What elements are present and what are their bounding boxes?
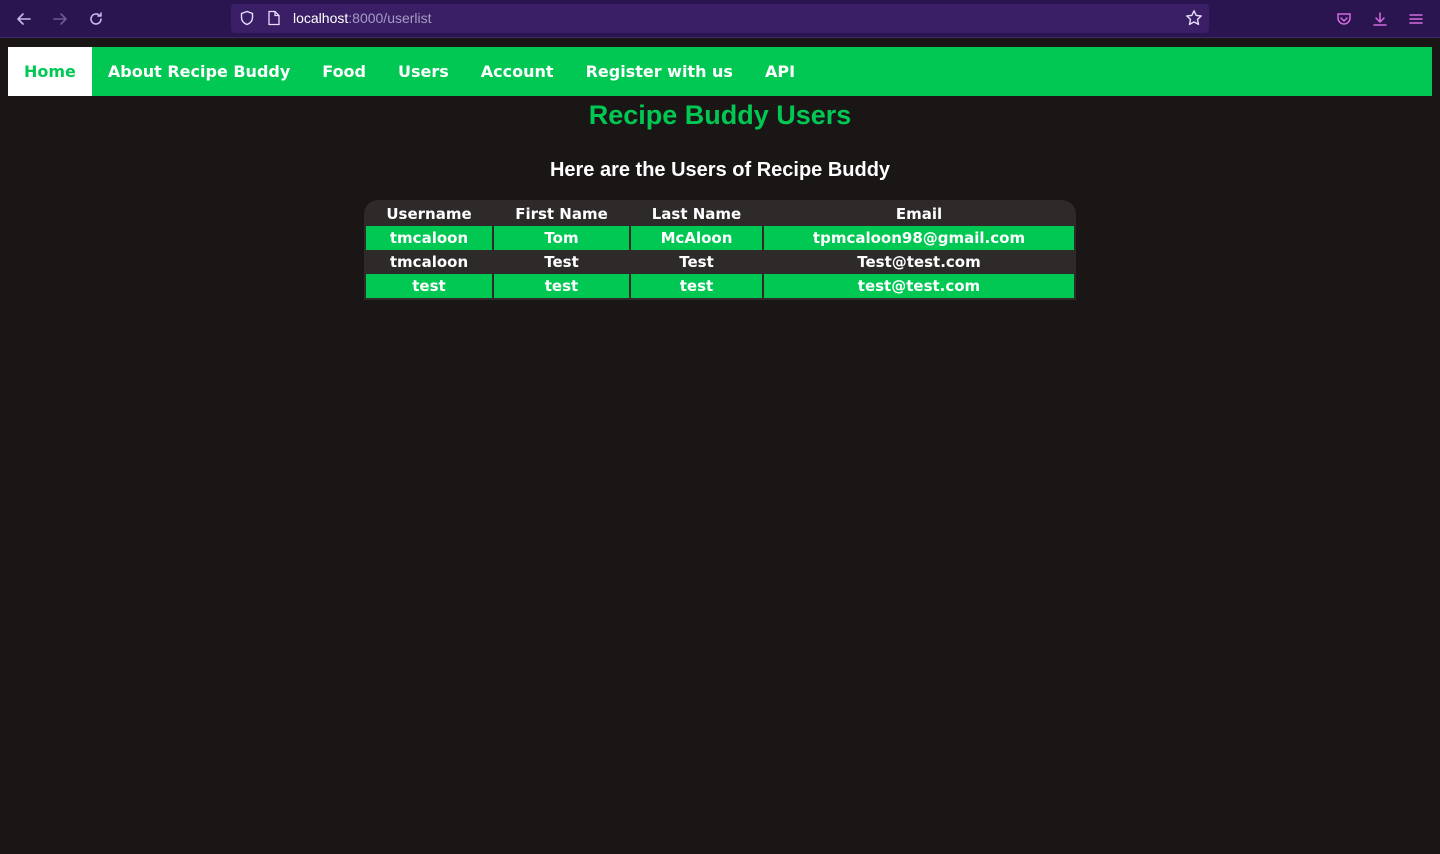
menu-icon[interactable] <box>1405 8 1427 30</box>
cell-first-name: test <box>494 274 629 298</box>
cell-email: tpmcaloon98@gmail.com <box>764 226 1074 250</box>
cell-email: Test@test.com <box>764 250 1074 274</box>
nav-account-link[interactable]: Account <box>465 47 570 96</box>
site-navbar: Home About Recipe Buddy Food Users Accou… <box>8 47 1432 96</box>
page-title: Recipe Buddy Users <box>588 100 852 130</box>
header-username: Username <box>386 204 472 223</box>
nav-register-link[interactable]: Register with us <box>570 47 749 96</box>
nav-users-link[interactable]: Users <box>382 47 465 96</box>
reload-icon[interactable] <box>85 8 107 30</box>
url-path: :8000/userlist <box>348 10 432 26</box>
page-icon <box>267 10 281 30</box>
users-table-container: Username First Name Last Name Email tmca… <box>364 200 1076 300</box>
header-email: Email <box>895 204 943 223</box>
address-bar[interactable]: localhost:8000/userlist <box>231 4 1209 33</box>
cell-username: tmcaloon <box>366 226 492 250</box>
header-first-name: First Name <box>515 204 608 223</box>
nav-food-link[interactable]: Food <box>306 47 382 96</box>
shield-icon[interactable] <box>239 10 255 30</box>
bookmark-star-icon[interactable] <box>1185 9 1203 31</box>
url-host: localhost <box>293 10 349 26</box>
page-subtitle: Here are the Users of Recipe Buddy <box>549 159 891 181</box>
nav-home-link[interactable]: Home <box>8 47 92 96</box>
table-row: tmcaloon Test Test Test@test.com <box>366 250 1074 274</box>
cell-username: tmcaloon <box>366 250 492 274</box>
cell-last-name: McAloon <box>631 226 762 250</box>
cell-first-name: Tom <box>494 226 629 250</box>
cell-last-name: test <box>631 274 762 298</box>
browser-toolbar: localhost:8000/userlist <box>0 0 1440 38</box>
cell-username: test <box>366 274 492 298</box>
table-row: tmcaloon Tom McAloon tpmcaloon98@gmail.c… <box>366 226 1074 250</box>
pocket-icon[interactable] <box>1333 8 1355 30</box>
back-icon[interactable] <box>13 8 35 30</box>
cell-last-name: Test <box>631 250 762 274</box>
header-last-name: Last Name <box>651 204 742 223</box>
users-table: Username First Name Last Name Email tmca… <box>364 201 1076 298</box>
table-header-row: Username First Name Last Name Email <box>366 201 1074 226</box>
download-icon[interactable] <box>1369 8 1391 30</box>
cell-first-name: Test <box>494 250 629 274</box>
nav-about-link[interactable]: About Recipe Buddy <box>92 47 306 96</box>
forward-icon[interactable] <box>49 8 71 30</box>
url-text: localhost:8000/userlist <box>293 10 432 26</box>
table-row: test test test test@test.com <box>366 274 1074 298</box>
nav-api-link[interactable]: API <box>749 47 811 96</box>
cell-email: test@test.com <box>764 274 1074 298</box>
